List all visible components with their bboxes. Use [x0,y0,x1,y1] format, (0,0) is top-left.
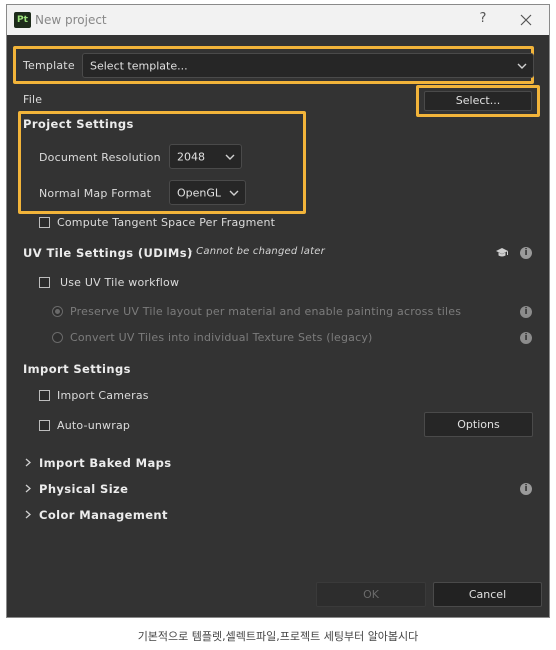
title-bar: Pt New project ? [7,5,549,35]
import-cameras-checkbox[interactable] [39,390,50,401]
import-cameras-label: Import Cameras [57,389,149,402]
convert-uv-tiles-label: Convert UV Tiles into individual Texture… [70,331,373,344]
auto-unwrap-checkbox[interactable] [39,420,50,431]
template-dropdown[interactable]: Select template... [82,53,534,78]
normal-map-format-value: OpenGL [177,186,222,199]
uv-tile-settings-header: UV Tile Settings (UDIMs) [23,246,193,260]
help-button[interactable]: ? [475,11,491,29]
painter-app-icon: Pt [14,12,31,28]
cancel-button[interactable]: Cancel [433,582,542,607]
document-resolution-label: Document Resolution [39,151,161,164]
ok-button[interactable]: OK [316,582,426,607]
new-project-dialog: Pt New project ? Template Select templat… [6,4,550,618]
compute-tangent-checkbox[interactable] [39,217,50,228]
template-value: Select template... [90,59,188,72]
convert-uv-tiles-radio[interactable] [52,332,63,343]
chevron-right-icon[interactable] [25,510,31,519]
uv-tile-info-icon[interactable]: i [520,247,532,259]
normal-map-format-label: Normal Map Format [39,187,152,200]
file-label: File [23,93,43,106]
close-button[interactable] [517,11,535,29]
import-baked-maps-section[interactable]: Import Baked Maps [39,456,172,470]
compute-tangent-label: Compute Tangent Space Per Fragment [57,216,276,229]
caption-text: 기본적으로 템플렛,셀렉트파일,프로젝트 세팅부터 알아봅시다 [137,630,419,643]
chevron-down-icon [225,154,235,160]
template-label: Template [23,59,75,72]
use-uv-tile-workflow-checkbox[interactable] [39,277,50,288]
color-management-section[interactable]: Color Management [39,508,168,522]
window-title: New project [35,13,107,27]
physical-size-info-icon[interactable]: i [520,483,532,495]
chevron-right-icon[interactable] [25,484,31,493]
use-uv-tile-workflow-label: Use UV Tile workflow [60,276,180,289]
uv-tile-note: - Cannot be changed later [189,246,325,257]
project-settings-header: Project Settings [23,117,134,131]
physical-size-section[interactable]: Physical Size [39,482,128,496]
preserve-uv-tile-radio[interactable] [52,306,63,317]
close-icon [520,14,532,26]
file-select-button[interactable]: Select... [424,91,532,111]
convert-info-icon[interactable]: i [520,332,532,344]
graduation-cap-icon[interactable] [495,247,509,259]
chevron-down-icon [229,190,239,196]
chevron-down-icon [517,63,527,69]
chevron-right-icon[interactable] [25,458,31,467]
options-button[interactable]: Options [424,412,533,437]
preserve-uv-tile-label: Preserve UV Tile layout per material and… [70,305,462,318]
preserve-info-icon[interactable]: i [520,306,532,318]
document-resolution-dropdown[interactable]: 2048 [169,144,242,169]
import-settings-header: Import Settings [23,362,131,376]
normal-map-format-dropdown[interactable]: OpenGL [169,180,246,205]
auto-unwrap-label: Auto-unwrap [57,419,131,432]
document-resolution-value: 2048 [177,150,205,163]
